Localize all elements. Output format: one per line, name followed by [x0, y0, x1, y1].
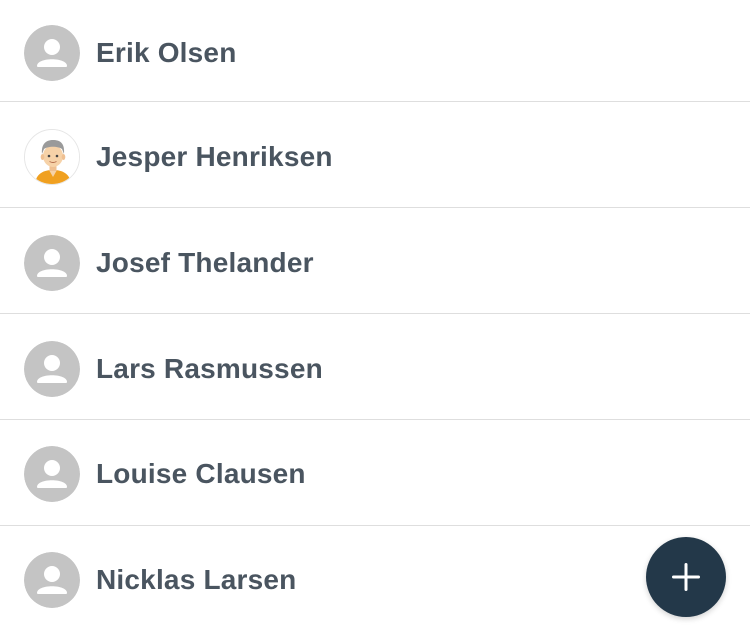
contact-row-lars-rasmussen[interactable]: Lars Rasmussen	[0, 316, 750, 421]
contact-list: Erik Olsen Jesper Henriksen Josef Thelan…	[0, 0, 750, 627]
contact-name: Louise Clausen	[96, 457, 306, 489]
row-divider	[0, 419, 750, 420]
default-avatar-icon	[24, 551, 80, 608]
plus-icon	[672, 563, 700, 591]
contact-name: Erik Olsen	[96, 36, 237, 68]
contact-name: Nicklas Larsen	[96, 563, 297, 595]
contact-name: Lars Rasmussen	[96, 352, 323, 384]
row-divider	[0, 313, 750, 314]
contact-row-jesper-henriksen[interactable]: Jesper Henriksen	[0, 104, 750, 209]
contact-row-louise-clausen[interactable]: Louise Clausen	[0, 421, 750, 526]
add-contact-button[interactable]	[646, 537, 726, 617]
row-divider	[0, 207, 750, 208]
contact-name: Josef Thelander	[96, 246, 314, 278]
row-divider	[0, 101, 750, 102]
default-avatar-icon	[24, 234, 80, 291]
contact-row-erik-olsen[interactable]: Erik Olsen	[0, 0, 750, 105]
contact-name: Jesper Henriksen	[96, 140, 333, 172]
default-avatar-icon	[24, 24, 80, 81]
default-avatar-icon	[24, 340, 80, 397]
portrait-avatar-icon	[24, 128, 80, 185]
default-avatar-icon	[24, 445, 80, 502]
contact-row-josef-thelander[interactable]: Josef Thelander	[0, 210, 750, 315]
contact-row-nicklas-larsen[interactable]: Nicklas Larsen	[0, 527, 750, 627]
row-divider	[0, 525, 750, 526]
